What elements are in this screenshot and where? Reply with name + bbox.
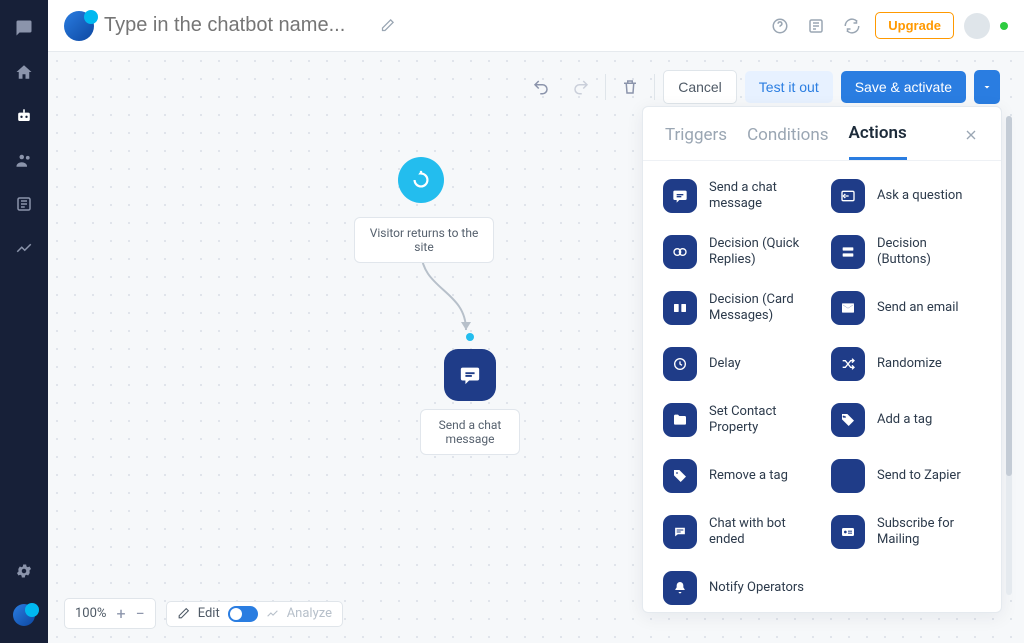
shuffle-icon — [831, 347, 865, 381]
action-label: Send to Zapier — [877, 468, 961, 484]
action-node[interactable] — [444, 349, 496, 401]
trash-icon[interactable] — [614, 71, 646, 103]
action-randomize[interactable]: Randomize — [831, 347, 981, 381]
app-logo — [64, 11, 94, 41]
buttons-icon — [831, 235, 865, 269]
action-label: Send an email — [877, 300, 959, 316]
trigger-node[interactable] — [398, 157, 444, 203]
canvas-toolbar: Cancel Test it out Save & activate — [525, 70, 1000, 104]
tag-icon — [831, 403, 865, 437]
zoom-out-icon[interactable]: − — [136, 604, 145, 623]
action-chat-ended[interactable]: Chat with bot ended — [663, 515, 813, 549]
quick-replies-icon — [663, 235, 697, 269]
cancel-button[interactable]: Cancel — [663, 70, 737, 104]
test-button[interactable]: Test it out — [745, 71, 833, 103]
undo-icon[interactable] — [525, 71, 557, 103]
action-label: Randomize — [877, 356, 942, 372]
edit-name-icon[interactable] — [374, 13, 400, 39]
nav-logo-bottom[interactable] — [0, 595, 48, 635]
action-label: Decision (Buttons) — [877, 236, 981, 269]
action-label: Chat with bot ended — [709, 516, 813, 549]
topbar: Upgrade — [48, 0, 1024, 52]
zoom-level: 100% — [75, 606, 106, 621]
save-activate-button[interactable]: Save & activate — [841, 71, 966, 103]
nav-settings[interactable] — [0, 551, 48, 591]
refresh-icon[interactable] — [839, 13, 865, 39]
question-icon — [831, 179, 865, 213]
action-set-contact[interactable]: Set Contact Property — [663, 403, 813, 437]
action-label: Subscribe for Mailing — [877, 516, 981, 549]
action-label: Set Contact Property — [709, 404, 813, 437]
action-label: Ask a question — [877, 188, 962, 204]
nav-home[interactable] — [0, 52, 48, 92]
action-delay[interactable]: Delay — [663, 347, 813, 381]
action-label: Notify Operators — [709, 580, 804, 596]
actions-panel: Triggers Conditions Actions Send a chat … — [642, 106, 1002, 613]
panel-scrollbar-thumb[interactable] — [1006, 116, 1012, 476]
edit-mode-label: Edit — [198, 606, 220, 621]
action-decision-quick[interactable]: Decision (Quick Replies) — [663, 235, 813, 269]
mode-switch: Edit Analyze — [166, 601, 343, 627]
action-subscribe-mail[interactable]: Subscribe for Mailing — [831, 515, 981, 549]
help-icon[interactable] — [767, 13, 793, 39]
email-icon — [831, 291, 865, 325]
action-decision-card[interactable]: Decision (Card Messages) — [663, 291, 813, 325]
save-dropdown[interactable] — [974, 70, 1000, 104]
trigger-node-label: Visitor returns to the site — [354, 217, 494, 263]
status-dot — [1000, 22, 1008, 30]
folder-icon — [663, 403, 697, 437]
zapier-icon — [831, 459, 865, 493]
action-label: Delay — [709, 356, 741, 372]
nav-analytics[interactable] — [0, 228, 48, 268]
pencil-icon — [177, 607, 190, 620]
chatbot-name-input[interactable] — [104, 14, 364, 37]
clock-icon — [663, 347, 697, 381]
action-ask-question[interactable]: Ask a question — [831, 179, 981, 213]
close-icon[interactable] — [963, 127, 979, 157]
action-node-label: Send a chat message — [420, 409, 520, 455]
avatar[interactable] — [964, 13, 990, 39]
action-label: Decision (Card Messages) — [709, 292, 813, 325]
news-icon[interactable] — [803, 13, 829, 39]
action-label: Decision (Quick Replies) — [709, 236, 813, 269]
mode-toggle[interactable] — [228, 606, 258, 622]
action-send-email[interactable]: Send an email — [831, 291, 981, 325]
nav-bots[interactable] — [0, 96, 48, 136]
tab-actions[interactable]: Actions — [849, 123, 907, 160]
connector-line — [396, 250, 496, 344]
tab-conditions[interactable]: Conditions — [747, 125, 828, 159]
bottom-toolbar: 100% + − Edit Analyze — [64, 598, 343, 629]
action-label: Add a tag — [877, 412, 932, 428]
action-notify-operators[interactable]: Notify Operators — [663, 571, 813, 605]
subscribe-icon — [831, 515, 865, 549]
chat-icon — [663, 179, 697, 213]
analyze-icon — [266, 607, 279, 620]
nav-contacts[interactable] — [0, 140, 48, 180]
tag-remove-icon — [663, 459, 697, 493]
action-decision-buttons[interactable]: Decision (Buttons) — [831, 235, 981, 269]
chat-end-icon — [663, 515, 697, 549]
action-send-chat[interactable]: Send a chat message — [663, 179, 813, 213]
action-label: Send a chat message — [709, 180, 813, 213]
analyze-mode-label: Analyze — [287, 606, 332, 621]
action-remove-tag[interactable]: Remove a tag — [663, 459, 813, 493]
connector-dot — [466, 333, 474, 341]
side-nav — [0, 0, 48, 643]
redo-icon[interactable] — [565, 71, 597, 103]
zoom-in-icon[interactable]: + — [116, 604, 125, 623]
nav-templates[interactable] — [0, 184, 48, 224]
action-send-zapier[interactable]: Send to Zapier — [831, 459, 981, 493]
nav-chat[interactable] — [0, 8, 48, 48]
upgrade-button[interactable]: Upgrade — [875, 12, 954, 39]
cards-icon — [663, 291, 697, 325]
tab-triggers[interactable]: Triggers — [665, 125, 727, 159]
action-add-tag[interactable]: Add a tag — [831, 403, 981, 437]
action-label: Remove a tag — [709, 468, 788, 484]
bell-icon — [663, 571, 697, 605]
zoom-control: 100% + − — [64, 598, 156, 629]
